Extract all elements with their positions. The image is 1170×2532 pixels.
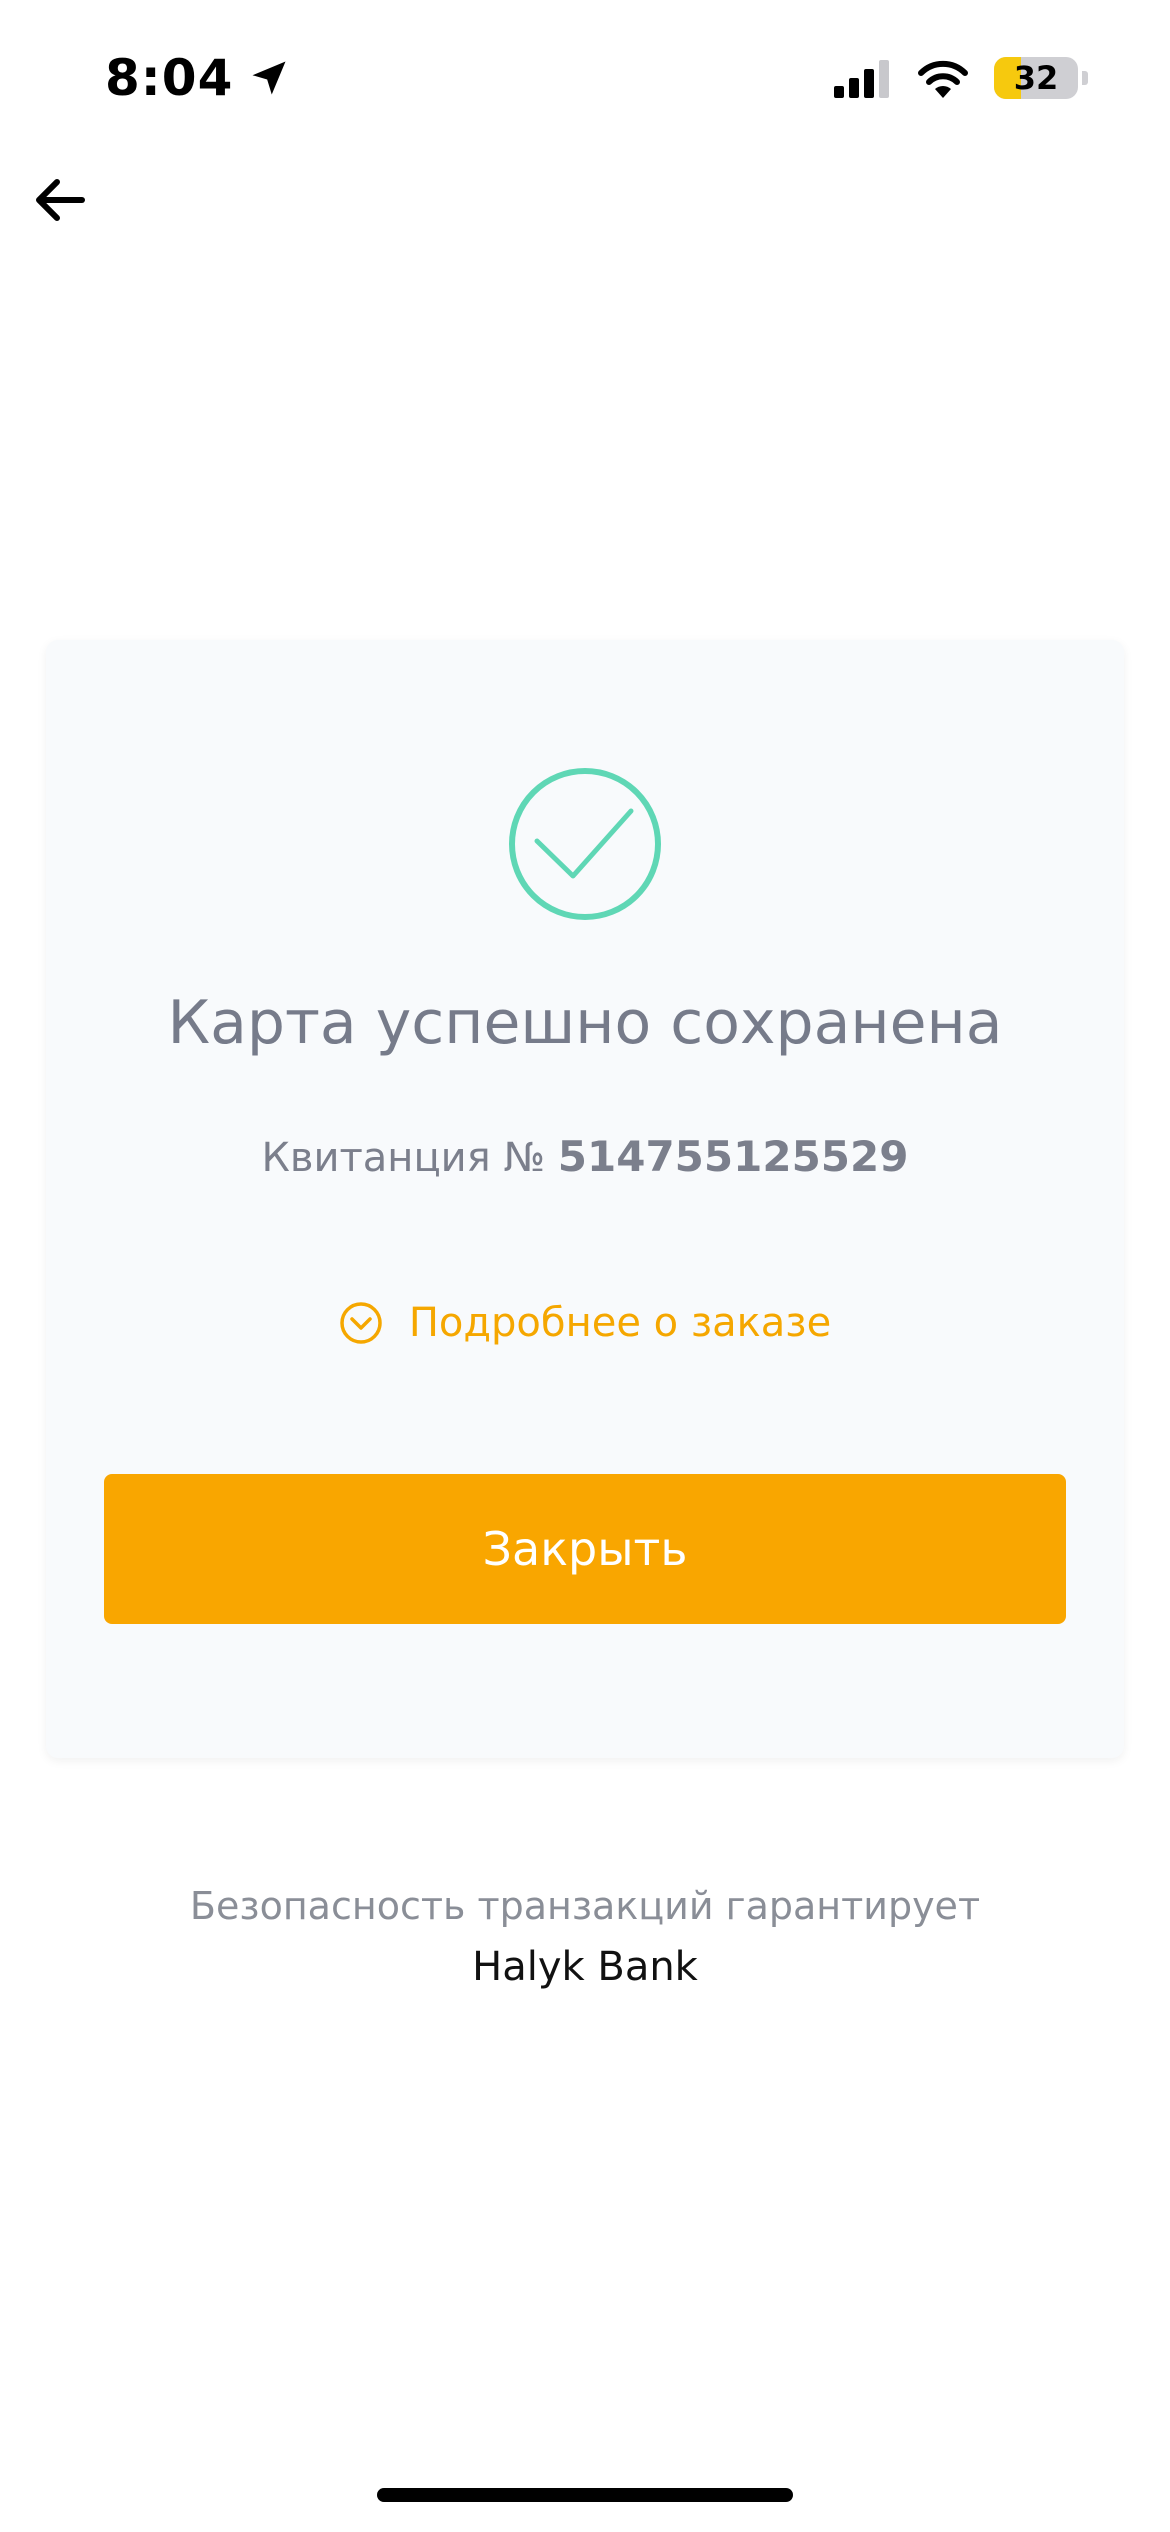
close-button[interactable]: Закрыть [104,1474,1066,1624]
receipt-line: Квитанция № 514755125529 [46,1132,1124,1181]
home-indicator[interactable] [377,2488,793,2502]
location-arrow-icon [252,61,286,95]
check-circle-icon [509,768,661,920]
wifi-icon [918,60,968,98]
battery-icon: 32 [994,57,1078,99]
cellular-signal-icon [834,60,889,98]
receipt-number: 514755125529 [557,1132,909,1181]
battery-group: 32 [994,57,1088,99]
order-details-label: Подробнее о заказе [408,1300,832,1346]
payment-success-screen: 8:04 32 Карта успешно сохранена Квитанци… [0,0,1170,2532]
status-bar-indicators: 32 [834,48,1088,108]
order-details-link[interactable]: Подробнее о заказе [46,1300,1124,1346]
battery-cap [1082,71,1088,85]
success-title: Карта успешно сохранена [167,988,1003,1058]
bank-name: Halyk Bank [472,1944,698,1990]
status-bar-time: 8:04 [105,42,291,114]
security-guarantee-text: Безопасность транзакций гарантирует [189,1884,981,1928]
success-card: Карта успешно сохранена Квитанция № 5147… [46,640,1124,1758]
receipt-label: Квитанция № [261,1135,546,1181]
back-button[interactable] [28,168,92,232]
battery-percent: 32 [1013,59,1059,97]
status-time-text: 8:04 [105,49,234,107]
chevron-down-circle-icon [340,1302,382,1344]
arrow-left-icon [36,179,85,221]
